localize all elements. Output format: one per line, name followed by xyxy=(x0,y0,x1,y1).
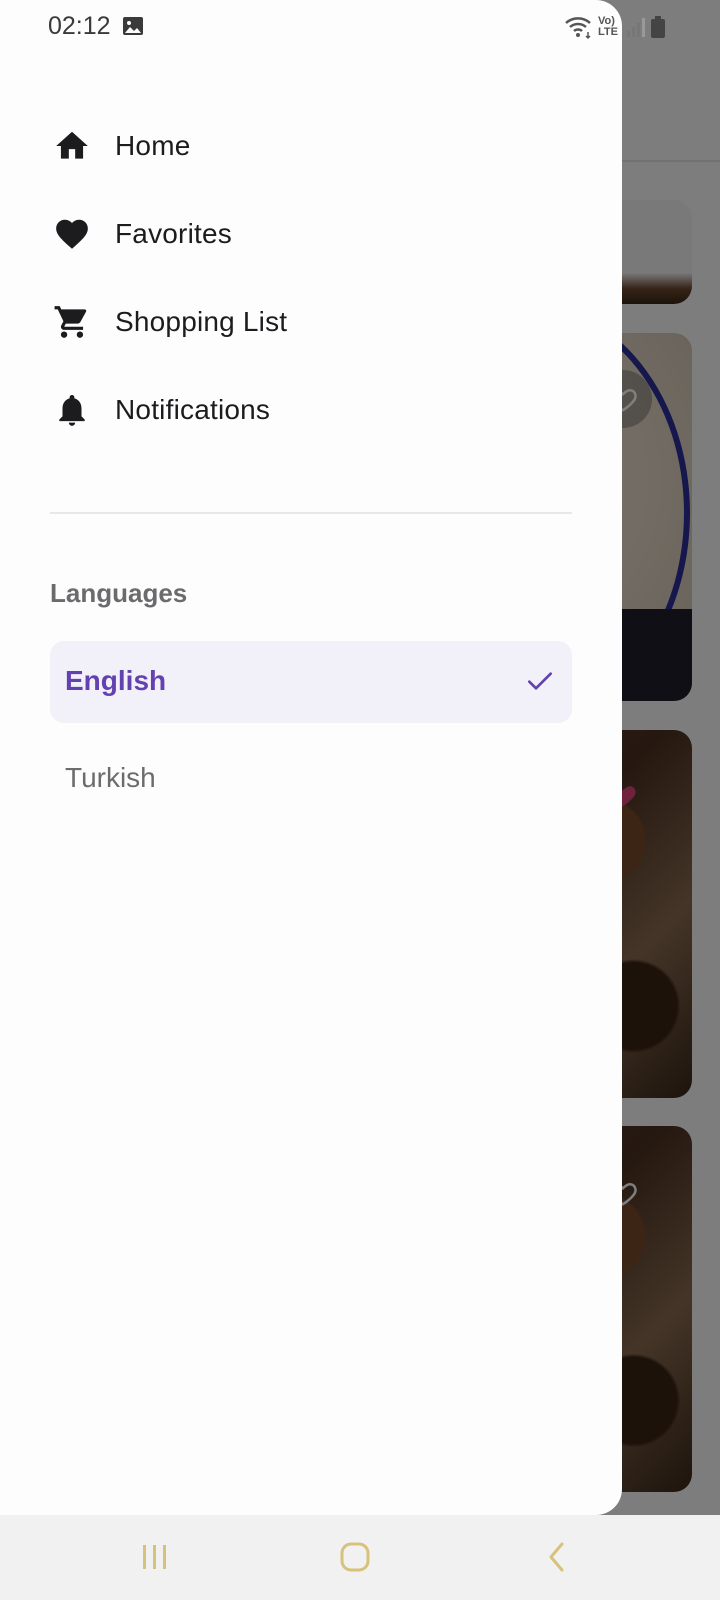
language-option-turkish[interactable]: Turkish xyxy=(50,738,572,820)
language-option-label: Turkish xyxy=(65,762,156,793)
back-chevron-icon xyxy=(549,1542,564,1572)
back-button[interactable] xyxy=(532,1537,582,1577)
signal-icon xyxy=(627,18,645,37)
drawer-item-home[interactable]: Home xyxy=(0,108,622,184)
volte-indicator: Vo) LTE xyxy=(598,15,618,38)
home-button[interactable] xyxy=(330,1537,380,1577)
screen: Home Favorites Shopping List Notificatio… xyxy=(0,0,720,1600)
bell-icon xyxy=(52,390,92,430)
drawer-item-label: Notifications xyxy=(115,394,271,425)
drawer-item-label: Home xyxy=(115,130,191,161)
navigation-drawer: Home Favorites Shopping List Notificatio… xyxy=(0,0,622,1515)
language-option-label: English xyxy=(65,665,167,696)
check-icon xyxy=(528,672,552,690)
wifi-icon xyxy=(565,17,591,40)
drawer-item-label: Shopping List xyxy=(115,306,288,337)
drawer-item-shopping-list[interactable]: Shopping List xyxy=(0,284,622,360)
status-time: 02:12 xyxy=(48,12,111,40)
home-circle-icon xyxy=(340,1542,370,1572)
recents-button[interactable] xyxy=(130,1537,180,1577)
home-icon xyxy=(52,126,92,166)
status-icons: Vo) LTE xyxy=(564,14,666,40)
cart-icon xyxy=(52,302,92,342)
gallery-icon xyxy=(123,17,143,35)
drawer-item-favorites[interactable]: Favorites xyxy=(0,196,622,272)
drawer-item-label: Favorites xyxy=(115,218,232,249)
language-option-english[interactable]: English xyxy=(50,641,572,723)
status-bar: 02:12 Vo) LTE xyxy=(0,0,720,56)
recents-icon xyxy=(143,1545,166,1569)
battery-icon xyxy=(651,16,665,38)
languages-heading: Languages xyxy=(50,578,188,608)
drawer-divider xyxy=(50,512,572,514)
system-navigation-bar xyxy=(0,1515,720,1600)
heart-icon xyxy=(52,214,92,254)
drawer-item-notifications[interactable]: Notifications xyxy=(0,372,622,448)
